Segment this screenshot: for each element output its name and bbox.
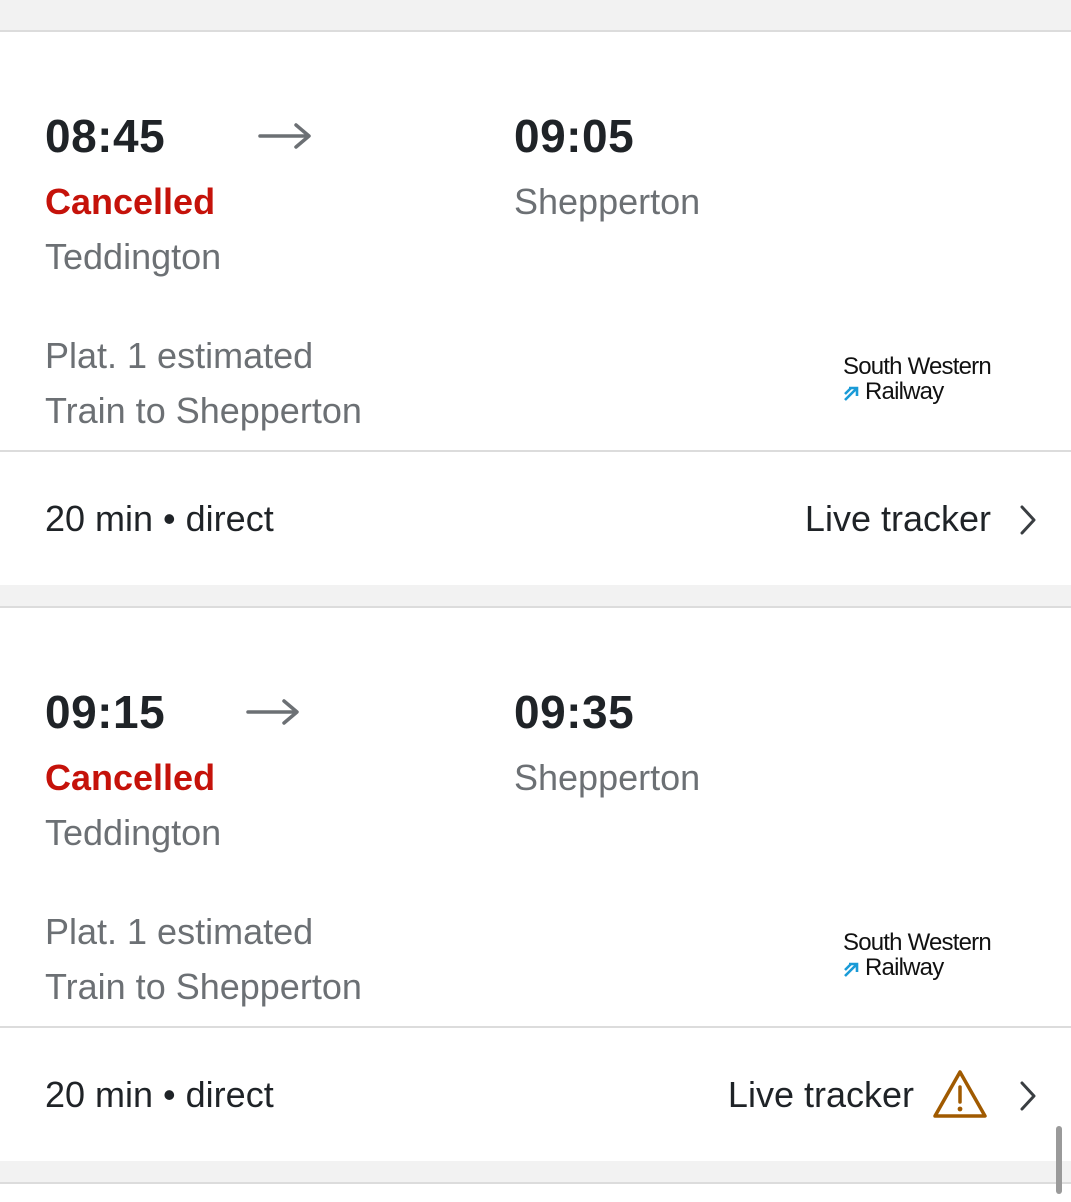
departure-time: 08:45 [45, 110, 166, 162]
arrow-right-icon [258, 123, 311, 149]
scrollbar-thumb[interactable] [1056, 1126, 1062, 1194]
journey-footer[interactable]: 20 min • direct Live tracker [0, 452, 1071, 585]
swr-arrow-mark-icon [844, 962, 859, 977]
journey-footer[interactable]: 20 min • direct Live tracker [0, 1028, 1071, 1161]
chevron-right-icon[interactable] [1018, 1080, 1038, 1112]
warning-triangle-icon [933, 1070, 987, 1118]
live-tracker-link[interactable]: Live tracker [805, 497, 991, 541]
status-cancelled: Cancelled [45, 181, 216, 222]
platform-info: Plat. 1 estimated [45, 335, 314, 376]
arrival-time: 09:35 [514, 686, 635, 738]
journey-card-partial[interactable] [0, 1182, 1071, 1202]
origin-station: Teddington [45, 812, 222, 853]
operator-logo: South Western Railway [843, 930, 1013, 986]
operator-logo-line1: South Western [843, 353, 992, 380]
platform-info: Plat. 1 estimated [45, 911, 314, 952]
chevron-right-icon[interactable] [1018, 504, 1038, 536]
service-description: Train to Shepperton [45, 966, 362, 1007]
origin-station: Teddington [45, 236, 222, 277]
journey-card[interactable]: 09:15 09:35 Cancelled Teddington Shepper… [0, 606, 1071, 1161]
arrow-right-icon [246, 699, 299, 725]
operator-logo-line2: Railway [865, 954, 944, 981]
operator-logo: South Western Railway [843, 354, 1013, 410]
operator-logo-line2: Railway [865, 378, 944, 405]
status-cancelled: Cancelled [45, 757, 216, 798]
service-description: Train to Shepperton [45, 390, 362, 431]
journey-summary: 08:45 09:05 Cancelled Teddington Shepper… [0, 32, 1071, 452]
journey-card[interactable]: 08:45 09:05 Cancelled Teddington Shepper… [0, 30, 1071, 585]
departure-time: 09:15 [45, 686, 166, 738]
journey-duration: 20 min • direct [45, 1074, 274, 1115]
live-tracker-link[interactable]: Live tracker [728, 1073, 914, 1117]
destination-station: Shepperton [514, 181, 701, 222]
swr-arrow-mark-icon [844, 386, 859, 401]
arrival-time: 09:05 [514, 110, 635, 162]
operator-logo-line1: South Western [843, 929, 992, 956]
journey-duration: 20 min • direct [45, 498, 274, 539]
destination-station: Shepperton [514, 757, 701, 798]
journey-summary: 09:15 09:35 Cancelled Teddington Shepper… [0, 608, 1071, 1028]
